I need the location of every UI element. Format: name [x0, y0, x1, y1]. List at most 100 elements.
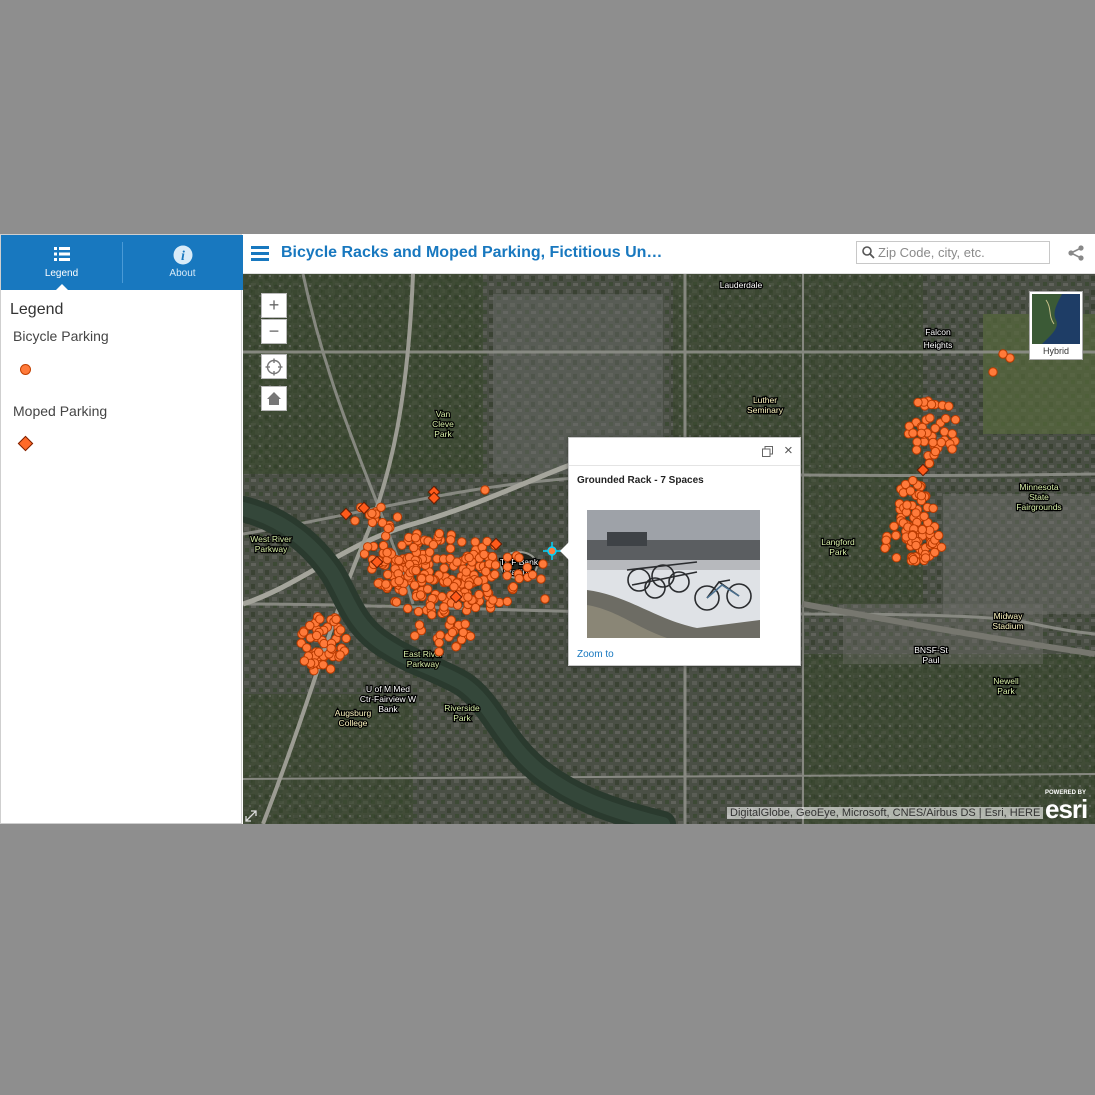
bicycle-parking-point[interactable]: [445, 535, 456, 545]
bicycle-parking-point[interactable]: [463, 592, 473, 602]
bicycle-parking-point[interactable]: [474, 589, 484, 600]
bicycle-parking-point[interactable]: [326, 643, 336, 653]
bicycle-parking-point[interactable]: [924, 458, 934, 469]
bicycle-parking-point[interactable]: [502, 562, 513, 572]
bicycle-parking-point[interactable]: [920, 553, 931, 563]
bicycle-parking-point[interactable]: [536, 574, 546, 584]
bicycle-parking-point[interactable]: [880, 543, 890, 553]
bicycle-parking-point[interactable]: [916, 428, 927, 439]
bicycle-parking-point[interactable]: [383, 569, 393, 580]
bicycle-parking-point[interactable]: [916, 491, 927, 501]
bicycle-parking-point[interactable]: [447, 627, 458, 638]
bicycle-parking-point[interactable]: [480, 485, 490, 495]
bicycle-parking-point[interactable]: [481, 566, 491, 577]
bicycle-parking-point[interactable]: [398, 586, 408, 596]
bicycle-parking-point[interactable]: [514, 553, 524, 563]
bicycle-parking-point[interactable]: [445, 543, 456, 554]
bicycle-parking-point[interactable]: [437, 592, 447, 602]
bicycle-parking-point[interactable]: [439, 563, 449, 573]
bicycle-parking-point[interactable]: [502, 571, 512, 581]
search-box[interactable]: [856, 241, 1050, 264]
bicycle-parking-point[interactable]: [998, 349, 1008, 359]
bicycle-parking-point[interactable]: [416, 573, 427, 584]
bike-rack-photo[interactable]: [587, 510, 760, 638]
bicycle-parking-point[interactable]: [449, 582, 459, 592]
zoom-in-button[interactable]: +: [261, 293, 287, 318]
bicycle-parking-point[interactable]: [911, 508, 921, 518]
bicycle-parking-point[interactable]: [527, 570, 538, 580]
bicycle-parking-point[interactable]: [926, 399, 937, 410]
bicycle-parking-point[interactable]: [434, 638, 444, 648]
bicycle-parking-point[interactable]: [479, 549, 489, 560]
bicycle-parking-point[interactable]: [411, 565, 421, 576]
bicycle-parking-point[interactable]: [410, 631, 420, 641]
bicycle-parking-point[interactable]: [905, 486, 916, 496]
home-button[interactable]: [261, 386, 287, 411]
tab-legend[interactable]: Legend: [1, 235, 122, 290]
bicycle-parking-point[interactable]: [481, 582, 491, 593]
bicycle-parking-point[interactable]: [425, 601, 436, 611]
bicycle-parking-point[interactable]: [891, 553, 902, 563]
map-view[interactable]: Lauderdale Falcon Heights Luther Seminary Van…: [243, 274, 1095, 824]
bicycle-parking-point[interactable]: [376, 502, 386, 513]
bicycle-parking-point[interactable]: [381, 531, 391, 541]
bicycle-parking-point[interactable]: [414, 620, 425, 630]
bicycle-parking-point[interactable]: [299, 656, 310, 666]
bicycle-parking-point[interactable]: [446, 615, 456, 625]
bicycle-parking-point[interactable]: [522, 562, 532, 573]
bicycle-parking-point[interactable]: [394, 555, 404, 566]
bicycle-parking-point[interactable]: [912, 437, 922, 447]
bicycle-parking-point[interactable]: [409, 580, 420, 590]
bicycle-parking-point[interactable]: [335, 650, 345, 660]
bicycle-parking-point[interactable]: [919, 511, 929, 522]
share-icon[interactable]: [1068, 245, 1084, 261]
bicycle-parking-point[interactable]: [930, 423, 940, 434]
bicycle-parking-point[interactable]: [947, 444, 957, 454]
bicycle-parking-point[interactable]: [336, 625, 346, 635]
bicycle-parking-point[interactable]: [302, 643, 312, 653]
bicycle-parking-point[interactable]: [425, 547, 435, 557]
bicycle-parking-point[interactable]: [394, 576, 404, 586]
bicycle-parking-point[interactable]: [488, 595, 498, 605]
bicycle-parking-point[interactable]: [383, 523, 393, 534]
bicycle-parking-point[interactable]: [464, 580, 474, 590]
bicycle-parking-point[interactable]: [490, 560, 501, 570]
bicycle-parking-point[interactable]: [934, 530, 944, 541]
bicycle-parking-point[interactable]: [381, 579, 391, 589]
bicycle-parking-point[interactable]: [988, 367, 998, 377]
bicycle-parking-point[interactable]: [908, 428, 918, 438]
bicycle-parking-point[interactable]: [409, 542, 419, 553]
bicycle-parking-point[interactable]: [941, 413, 951, 424]
bicycle-parking-point[interactable]: [889, 521, 899, 532]
bicycle-parking-point[interactable]: [382, 547, 392, 558]
bicycle-parking-point[interactable]: [451, 642, 461, 652]
zoom-out-button[interactable]: −: [261, 319, 287, 344]
bicycle-parking-point[interactable]: [925, 413, 935, 423]
bicycle-parking-point[interactable]: [325, 664, 336, 674]
bicycle-parking-point[interactable]: [439, 602, 449, 612]
bicycle-parking-point[interactable]: [891, 530, 901, 541]
bicycle-parking-point[interactable]: [452, 600, 463, 610]
bicycle-parking-point[interactable]: [540, 594, 550, 604]
bicycle-parking-point[interactable]: [392, 512, 403, 522]
bicycle-parking-point[interactable]: [508, 582, 518, 592]
bicycle-parking-point[interactable]: [947, 429, 957, 439]
bicycle-parking-point[interactable]: [907, 530, 918, 541]
expand-icon[interactable]: [245, 810, 257, 822]
bicycle-parking-point[interactable]: [452, 557, 462, 567]
bicycle-parking-point[interactable]: [350, 516, 360, 526]
bicycle-parking-point[interactable]: [908, 554, 919, 565]
bicycle-parking-point[interactable]: [928, 437, 938, 448]
bicycle-parking-point[interactable]: [930, 446, 941, 457]
bicycle-parking-point[interactable]: [434, 647, 444, 657]
bicycle-parking-point[interactable]: [359, 549, 370, 559]
bicycle-parking-point[interactable]: [397, 540, 407, 550]
bicycle-parking-point[interactable]: [913, 397, 923, 408]
bicycle-parking-point[interactable]: [367, 508, 377, 519]
search-icon[interactable]: [862, 246, 875, 259]
bicycle-parking-point[interactable]: [460, 619, 471, 629]
bicycle-parking-point[interactable]: [950, 415, 961, 425]
bicycle-parking-point[interactable]: [415, 590, 426, 600]
bicycle-parking-point[interactable]: [928, 503, 938, 514]
bicycle-parking-point[interactable]: [403, 603, 413, 614]
